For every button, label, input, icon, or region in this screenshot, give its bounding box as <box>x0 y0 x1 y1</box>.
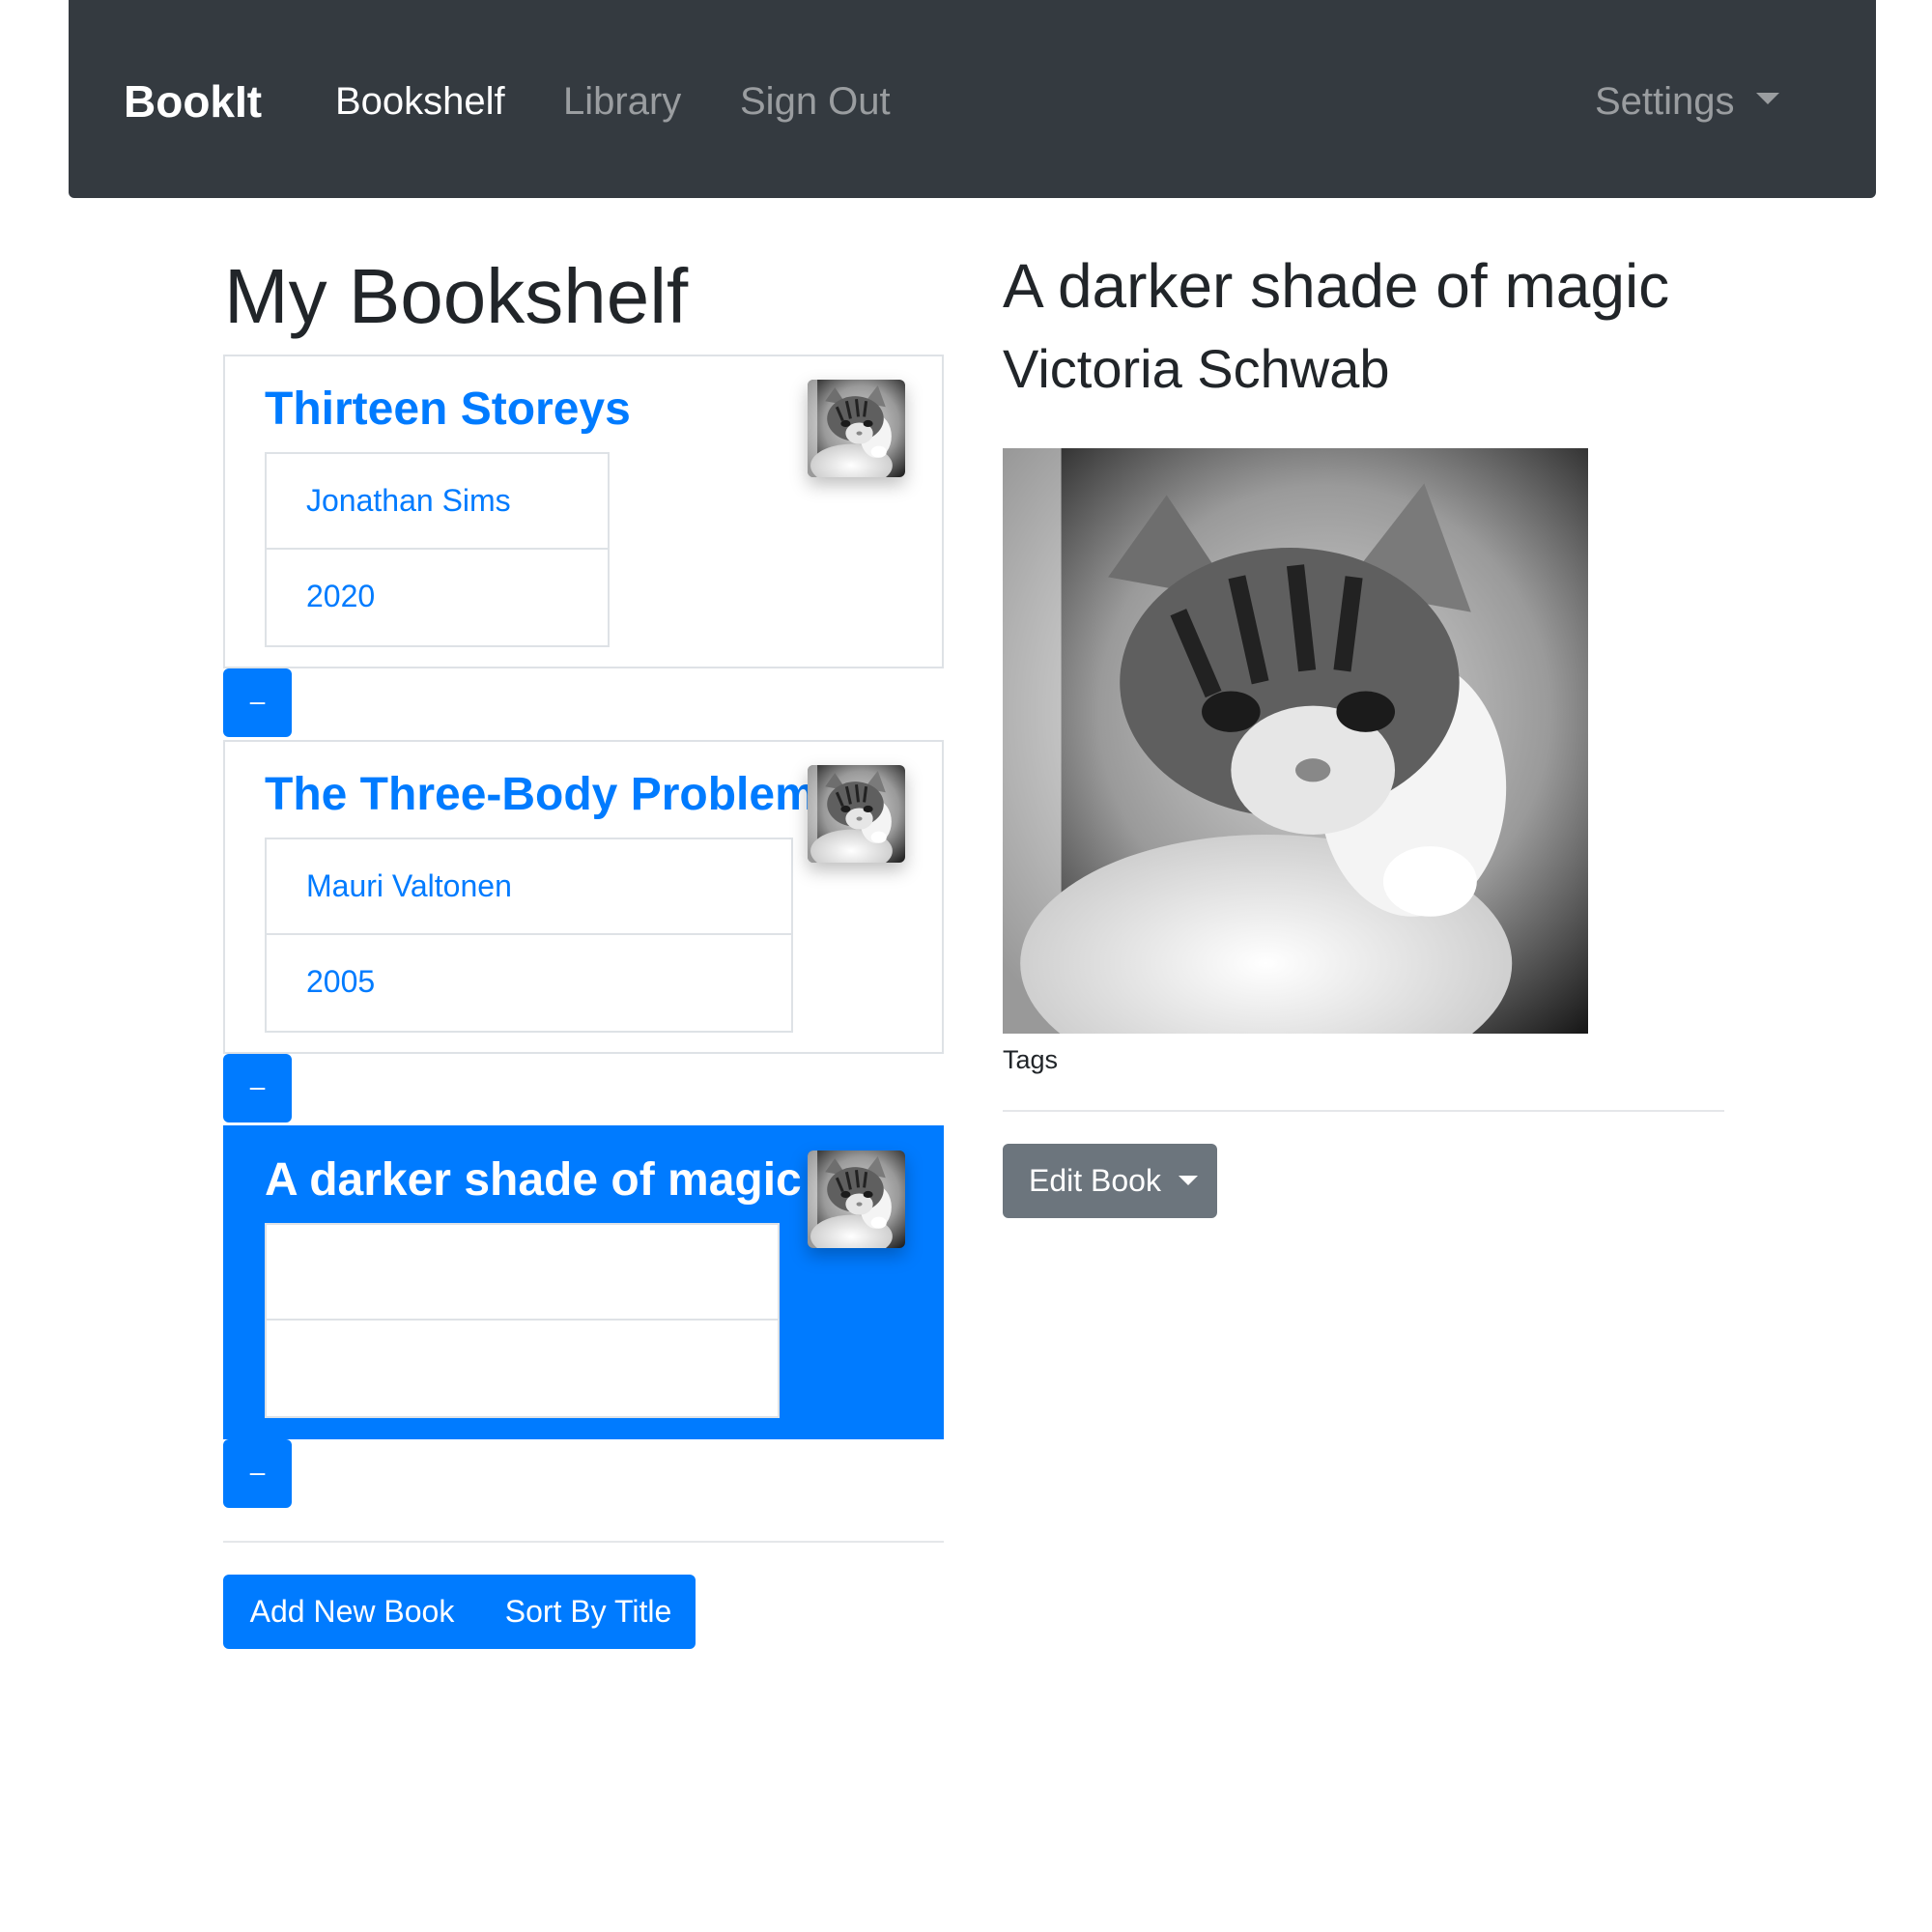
nav-sign-out-link[interactable]: Sign Out <box>740 72 891 130</box>
sort-by-title-button[interactable]: Sort By Title <box>481 1575 696 1649</box>
book-details-list: Jonathan Sims 2020 <box>265 452 610 647</box>
book-details-list: Mauri Valtonen 2005 <box>265 838 793 1033</box>
edit-book-label: Edit Book <box>1029 1163 1161 1198</box>
book-title[interactable]: A darker shade of magic <box>265 1151 802 1210</box>
book-author <box>267 1225 778 1321</box>
book-title[interactable]: Thirteen Storeys <box>265 380 631 440</box>
chevron-down-icon <box>1178 1176 1198 1185</box>
edit-book-dropdown-button[interactable]: Edit Book <box>1003 1144 1217 1218</box>
book-details-list <box>265 1223 780 1418</box>
book-card[interactable]: The Three-Body Problem Mauri Valtonen 20… <box>223 740 944 1054</box>
book-author: Jonathan Sims <box>267 454 608 550</box>
settings-label: Settings <box>1595 80 1735 123</box>
chevron-down-icon <box>1755 93 1779 104</box>
book-thumbnail <box>808 1151 905 1248</box>
remove-book-button[interactable]: – <box>223 668 292 737</box>
page-title: My Bookshelf <box>224 253 689 339</box>
divider <box>223 1541 944 1543</box>
book-title[interactable]: The Three-Body Problem <box>265 765 816 825</box>
book-year: 2005 <box>306 964 376 999</box>
book-card[interactable]: Thirteen Storeys Jonathan Sims 2020 <box>223 355 944 668</box>
selected-book-author: Victoria Schwab <box>1003 338 1390 399</box>
book-cover-image <box>1003 448 1588 1034</box>
divider <box>1003 1110 1724 1112</box>
brand-logo[interactable]: BookIt <box>124 72 262 130</box>
book-thumbnail <box>808 380 905 477</box>
book-thumbnail <box>808 765 905 863</box>
add-new-book-button[interactable]: Add New Book <box>223 1575 481 1649</box>
tags-label: Tags <box>1003 1045 1059 1074</box>
book-year <box>267 1321 778 1416</box>
settings-dropdown[interactable]: Settings <box>1595 72 1779 130</box>
nav-bookshelf-link[interactable]: Bookshelf <box>335 72 505 130</box>
nav-library-link[interactable]: Library <box>563 72 681 130</box>
book-year: 2020 <box>306 579 376 613</box>
book-author: Mauri Valtonen <box>267 839 791 935</box>
selected-book-title: A darker shade of magic <box>1003 251 1670 321</box>
top-navbar: BookIt Bookshelf Library Sign Out Settin… <box>69 0 1876 198</box>
book-card-selected[interactable]: A darker shade of magic <box>223 1125 944 1439</box>
remove-book-button[interactable]: – <box>223 1054 292 1122</box>
remove-book-button[interactable]: – <box>223 1439 292 1508</box>
